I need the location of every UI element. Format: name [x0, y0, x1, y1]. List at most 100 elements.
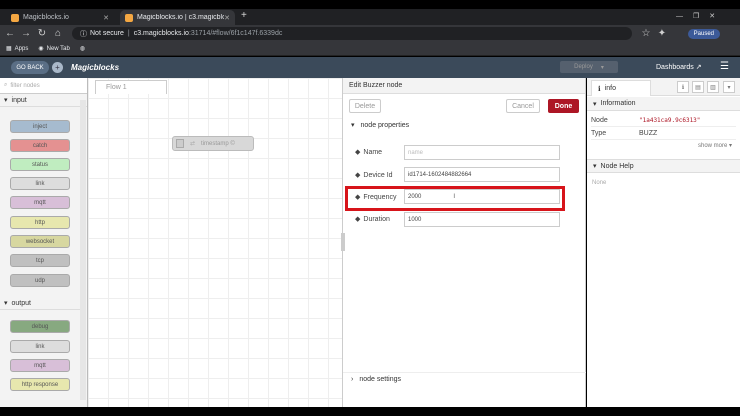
window-controls[interactable]: —❐✕: [676, 12, 725, 20]
palette-node-inject[interactable]: inject: [10, 120, 70, 133]
palette-node-websocket[interactable]: websocket: [10, 235, 70, 248]
forward-arrow-icon[interactable]: →: [20, 28, 32, 39]
dashboards-link[interactable]: Dashboards ↗: [656, 63, 702, 71]
palette-category-output[interactable]: ▾ output: [0, 297, 80, 310]
extensions-icon[interactable]: ✦: [656, 28, 668, 39]
flow-tab-label: Flow 1: [106, 84, 127, 91]
palette-node-label: inject: [32, 123, 47, 130]
palette-node-link[interactable]: link: [10, 177, 70, 190]
field-label-device-id: ◆ Device Id: [355, 171, 393, 180]
palette-node-label: http response: [21, 381, 59, 388]
palette-node-status[interactable]: status: [10, 158, 70, 171]
palette-node-tcp[interactable]: tcp: [10, 254, 70, 267]
chevron-down-icon: ▾: [593, 100, 597, 108]
field-label-duration: ◆ Duration: [355, 215, 390, 224]
field-label-text: Device Id: [363, 171, 393, 179]
info-tab-icon[interactable]: ℹ: [677, 81, 689, 93]
cancel-label: Cancel: [512, 102, 534, 110]
node-label: timestamp ©: [201, 140, 235, 147]
node-help-text: None: [592, 180, 607, 186]
category-label: output: [11, 299, 31, 307]
device-id-input[interactable]: id1714-1602484882664: [404, 167, 560, 182]
palette-node-label: http: [34, 219, 45, 226]
palette-node-label: link: [35, 343, 45, 350]
address-bar[interactable]: ⓘ Not secure | c3.magicblocks.io :31714/…: [72, 27, 632, 40]
timestamp-node[interactable]: ⇄ timestamp ©: [172, 136, 254, 151]
magicblocks-logo: Magicblocks: [71, 63, 119, 72]
maximize-icon[interactable]: ❐: [693, 13, 709, 20]
flow-workspace[interactable]: [88, 78, 342, 407]
node-properties-section[interactable]: ▾ node properties: [343, 118, 586, 132]
back-arrow-icon[interactable]: ←: [4, 28, 16, 39]
palette-node-link-out[interactable]: link: [10, 340, 70, 353]
show-more-label: show more: [698, 143, 728, 149]
palette-node-debug[interactable]: debug: [10, 320, 70, 333]
palette-node-mqtt[interactable]: mqtt: [10, 196, 70, 209]
tab-flow-1[interactable]: Flow 1: [95, 80, 167, 94]
close-icon[interactable]: ✕: [224, 14, 230, 22]
tag-icon: ◆: [355, 216, 361, 223]
chrome-icon[interactable]: ◍: [80, 45, 85, 52]
information-section[interactable]: ▾ Information: [587, 97, 740, 111]
palette-node-http[interactable]: http: [10, 216, 70, 229]
browser-tab-2[interactable]: Magicblocks.io | c3.magicblocks.io ✕: [120, 10, 235, 25]
cancel-button[interactable]: Cancel: [506, 99, 540, 113]
tab-info-label: info: [604, 85, 616, 92]
bookmarks-bar: ▦ Apps ◉ New Tab ◍: [0, 42, 740, 56]
minimize-icon[interactable]: —: [676, 13, 693, 20]
palette-node-label: websocket: [25, 238, 55, 245]
star-icon[interactable]: ☆: [640, 28, 652, 39]
delete-button[interactable]: Delete: [349, 99, 381, 113]
tab-info[interactable]: ℹ info: [591, 80, 651, 96]
bookmark-icon: ◉: [38, 46, 44, 52]
tag-icon: ◆: [355, 172, 361, 179]
chevron-right-icon: ›: [351, 376, 354, 383]
panel-resize-handle[interactable]: [341, 233, 345, 251]
url-path: :31714/#flow/6f1c147f.6339dc: [188, 30, 283, 37]
palette-node-catch[interactable]: catch: [10, 139, 70, 152]
chevron-down-icon[interactable]: ▾: [723, 81, 735, 93]
field-label-name: ◆ Name: [355, 148, 382, 157]
info-value[interactable]: "1a431ca9.9c6313": [639, 117, 700, 124]
apps-grid-icon[interactable]: ▦: [6, 45, 12, 52]
home-icon[interactable]: +: [52, 62, 63, 73]
palette-node-udp[interactable]: udp: [10, 274, 70, 287]
go-back-button[interactable]: GO BACK: [11, 61, 49, 74]
bookmark-apps[interactable]: Apps: [15, 46, 29, 52]
palette-node-label: debug: [31, 323, 49, 330]
filter-nodes-input[interactable]: ⌕ filter nodes: [0, 78, 87, 94]
name-input[interactable]: name: [404, 145, 560, 160]
palette-node-label: udp: [34, 277, 45, 284]
deploy-button[interactable]: Deploy ▾: [560, 61, 618, 73]
info-key: Type: [591, 129, 607, 137]
window-close-icon[interactable]: ✕: [709, 13, 725, 20]
done-button[interactable]: Done: [548, 99, 579, 113]
palette-node-http-response[interactable]: http response: [10, 378, 70, 391]
palette-scrollbar[interactable]: [80, 100, 86, 400]
reload-icon[interactable]: ↻: [36, 28, 48, 39]
close-icon[interactable]: ✕: [103, 14, 109, 22]
palette-category-input[interactable]: ▾ input: [0, 94, 87, 107]
sidebar-tabs: ℹ info ℹ ▤ ▥ ▾: [587, 78, 740, 96]
name-placeholder: name: [408, 149, 424, 156]
node-settings-section[interactable]: › node settings: [343, 372, 586, 386]
show-more-link[interactable]: show more ▾: [698, 142, 732, 149]
debug-tab-icon[interactable]: ▤: [692, 81, 704, 93]
address-toolbar: ← → ↻ ⌂ ⓘ Not secure | c3.magicblocks.io…: [0, 25, 740, 42]
duration-input[interactable]: 1000: [404, 212, 560, 227]
home-icon[interactable]: ⌂: [52, 28, 64, 39]
arrow-icon: ⇄: [190, 141, 196, 147]
bookmark-new-tab[interactable]: New Tab: [47, 46, 70, 52]
browser-tab-1[interactable]: Magicblocks.io ✕: [6, 10, 114, 25]
menu-icon[interactable]: ☰: [720, 61, 729, 72]
category-label: input: [11, 96, 27, 104]
node-help-section[interactable]: ▾ Node Help: [587, 159, 740, 173]
filter-placeholder: filter nodes: [10, 82, 40, 89]
new-tab-icon[interactable]: +: [241, 10, 247, 21]
info-icon[interactable]: ⓘ: [80, 29, 87, 39]
dashboard-tab-icon[interactable]: ▥: [707, 81, 719, 93]
palette-node-mqtt-out[interactable]: mqtt: [10, 359, 70, 372]
chevron-down-icon[interactable]: ▾: [601, 64, 604, 71]
profile-paused-badge[interactable]: Paused: [687, 28, 720, 39]
node-button[interactable]: [176, 139, 184, 148]
